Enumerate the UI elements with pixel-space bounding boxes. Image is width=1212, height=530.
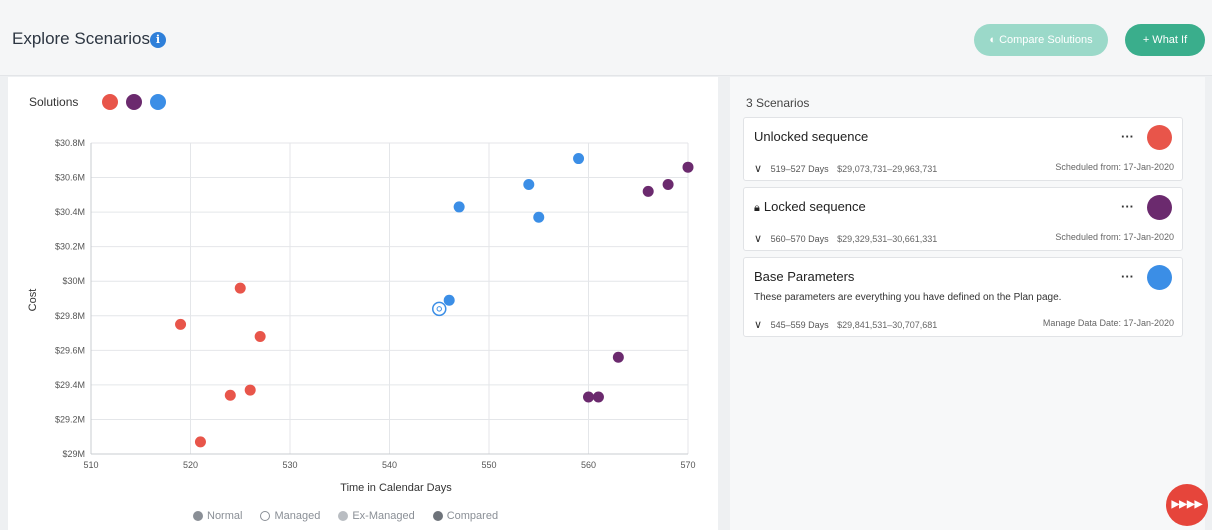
y-tick-label: $29.8M [55, 311, 85, 321]
scenario-card-base[interactable]: Base Parameters ··· These parameters are… [743, 257, 1183, 337]
x-tick-label: 540 [382, 460, 397, 470]
chart-panel: Solutions 510 520 530 540 550 560 570 $29M $29.2… [8, 77, 718, 530]
data-point [453, 201, 465, 213]
chevron-down-icon[interactable]: ∨ [754, 233, 762, 245]
y-tick-label: $30.8M [55, 138, 85, 148]
x-tick-label: 530 [282, 460, 297, 470]
ex-managed-icon [338, 511, 349, 521]
data-point [523, 178, 535, 190]
chart-legend: Normal Managed Ex-Managed Compared [193, 510, 498, 522]
more-options-icon[interactable]: ··· [1121, 199, 1134, 214]
compare-solutions-button[interactable]: ◐ Compare Solutions [974, 24, 1108, 56]
y-axis-label: Cost [27, 289, 39, 312]
info-icon[interactable]: i [150, 32, 166, 48]
data-point [682, 161, 694, 173]
data-point [175, 318, 187, 330]
scenario-summary: ∨ 545–559 Days $29,841,531–30,707,681 Ma… [754, 318, 1174, 331]
x-tick-label: 560 [581, 460, 596, 470]
scenario-summary: ∨ 560–570 Days $29,329,531–30,661,331 Sc… [754, 232, 1174, 245]
data-point [244, 384, 256, 396]
data-point [592, 391, 604, 403]
data-point [642, 185, 654, 197]
scenario-color-swatch [1147, 265, 1172, 290]
scenario-count: 3 Scenarios [746, 96, 810, 110]
header-bar: Explore Scenarios i ◐ Compare Solutions … [0, 0, 1212, 76]
data-point [443, 294, 455, 306]
scenario-color-swatch [1147, 195, 1172, 220]
app-logo[interactable]: ▶▶▶▶ [1166, 484, 1208, 526]
chevron-down-icon[interactable]: ∨ [754, 319, 762, 331]
scenario-card-unlocked[interactable]: Unlocked sequence ··· ∨ 519–527 Days $29… [743, 117, 1183, 181]
managed-point [432, 301, 447, 317]
scenario-name: Unlocked sequence [754, 129, 869, 144]
scenario-card-locked[interactable]: 🔒︎ Locked sequence ··· ∨ 560–570 Days $29… [743, 187, 1183, 251]
more-options-icon[interactable]: ··· [1121, 129, 1134, 144]
y-tick-label: $29.2M [55, 414, 85, 424]
data-point [224, 389, 236, 401]
managed-icon [260, 511, 271, 521]
lock-icon: 🔒︎ [754, 202, 760, 214]
compare-icon: ◐ [989, 34, 1000, 46]
scatter-chart: 510 520 530 540 550 560 570 $29M $29.2M $29.4M $29… [27, 138, 696, 494]
normal-icon [193, 511, 203, 521]
legend-ex-managed[interactable]: Ex-Managed [338, 510, 415, 522]
y-tick-label: $30M [62, 276, 85, 286]
chevron-down-icon[interactable]: ∨ [754, 163, 762, 175]
scenario-color-swatch [1147, 125, 1172, 150]
x-tick-label: 520 [183, 460, 198, 470]
data-point [662, 178, 674, 190]
scenario-name: 🔒︎ Locked sequence [754, 199, 866, 214]
legend-normal[interactable]: Normal [193, 510, 242, 522]
data-point [533, 211, 545, 223]
scenarios-panel: 3 Scenarios Unlocked sequence ··· ∨ 519–… [730, 77, 1205, 530]
page-title: Explore Scenarios [12, 29, 150, 48]
scenario-description: These parameters are everything you have… [754, 292, 1062, 303]
y-tick-label: $30.6M [55, 173, 85, 183]
data-point [194, 436, 206, 448]
x-tick-label: 510 [83, 460, 98, 470]
x-tick-label: 550 [481, 460, 496, 470]
scenario-summary: ∨ 519–527 Days $29,073,731–29,963,731 Sc… [754, 162, 1174, 175]
y-tick-label: $29M [62, 449, 85, 459]
data-point [583, 391, 594, 403]
what-if-button[interactable]: + What If [1125, 24, 1205, 56]
data-point [234, 282, 246, 294]
legend-managed[interactable]: Managed [260, 510, 320, 522]
data-point [612, 351, 624, 363]
y-tick-label: $30.4M [55, 207, 85, 217]
y-tick-label: $30.2M [55, 242, 85, 252]
y-tick-label: $29.4M [55, 380, 85, 390]
more-options-icon[interactable]: ··· [1121, 269, 1134, 284]
legend-compared[interactable]: Compared [432, 510, 498, 522]
data-point [254, 331, 266, 343]
compared-icon [432, 511, 443, 521]
scenario-name: Base Parameters [754, 269, 855, 284]
data-point [573, 153, 585, 165]
x-axis-label: Time in Calendar Days [340, 482, 452, 494]
x-tick-label: 570 [680, 460, 695, 470]
y-tick-label: $29.6M [55, 345, 85, 355]
